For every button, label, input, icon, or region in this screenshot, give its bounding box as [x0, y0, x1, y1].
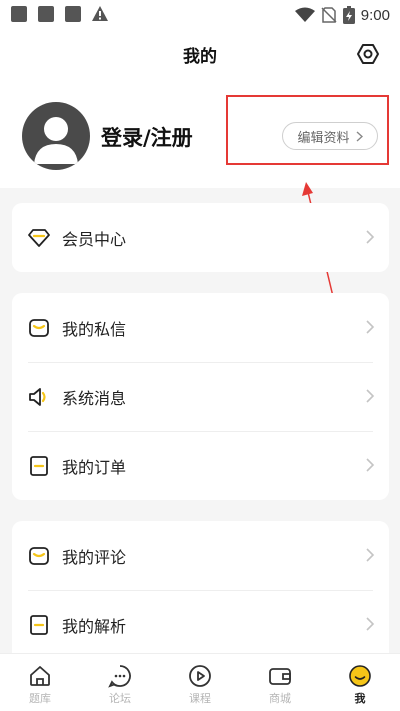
- menu-row-vip-center[interactable]: 会员中心: [12, 203, 389, 272]
- smiley-icon: [349, 665, 371, 687]
- wallet-icon: [269, 668, 291, 685]
- chevron-right-icon: [366, 320, 375, 334]
- menu-label: 我的解析: [62, 616, 127, 636]
- tab-forum[interactable]: 论坛: [80, 654, 160, 711]
- menu-row-my-comments[interactable]: 我的评论: [12, 521, 389, 590]
- menu-label: 会员中心: [62, 229, 127, 249]
- message-icon: [29, 318, 49, 337]
- battery-icon: [342, 6, 355, 24]
- menu-row-my-analyses[interactable]: 我的解析: [12, 590, 389, 656]
- notification-icon: [38, 6, 54, 22]
- menu-label: 系统消息: [62, 388, 127, 408]
- warning-icon: [92, 6, 108, 21]
- tab-me[interactable]: 我: [320, 654, 400, 711]
- notification-icon: [65, 6, 81, 22]
- menu-row-private-messages[interactable]: 我的私信: [12, 293, 389, 362]
- chevron-right-icon: [366, 617, 375, 631]
- speaker-icon: [29, 387, 46, 406]
- chevron-right-icon: [366, 230, 375, 244]
- annotation-highlight-box: [226, 95, 389, 165]
- menu-row-my-orders[interactable]: 我的订单: [12, 431, 389, 500]
- wifi-icon: [294, 7, 315, 22]
- menu-label: 我的评论: [62, 547, 127, 567]
- header: 我的: [0, 30, 400, 78]
- notification-icon: [11, 6, 27, 22]
- tab-label: 课程: [189, 692, 211, 705]
- document-icon: [30, 614, 48, 635]
- menu-label: 我的订单: [62, 457, 127, 477]
- messages-card: 我的私信 系统消息 我的订单: [12, 293, 389, 500]
- tab-label: 商城: [269, 692, 291, 705]
- chevron-right-icon: [366, 458, 375, 472]
- play-icon: [189, 665, 211, 687]
- user-silhouette-icon: [34, 117, 78, 164]
- status-time: 9:00: [360, 6, 390, 24]
- comment-icon: [29, 546, 49, 565]
- home-icon: [30, 666, 50, 686]
- document-icon: [30, 455, 48, 476]
- tab-label: 我: [354, 692, 366, 705]
- avatar[interactable]: [22, 102, 90, 170]
- bottom-tab-bar: 题库 论坛 课程 商城 我: [0, 653, 400, 711]
- settings-icon[interactable]: [356, 42, 380, 66]
- chevron-right-icon: [366, 389, 375, 403]
- tab-label: 论坛: [109, 692, 131, 705]
- tab-mall[interactable]: 商城: [240, 654, 320, 711]
- status-bar: 9:00: [0, 0, 400, 30]
- menu-label: 我的私信: [62, 319, 127, 339]
- content-card: 我的评论 我的解析: [12, 521, 389, 656]
- chevron-right-icon: [366, 548, 375, 562]
- vip-card: 会员中心: [12, 203, 389, 272]
- login-register-link[interactable]: 登录/注册: [101, 122, 193, 152]
- tab-label: 题库: [29, 692, 51, 705]
- page-title: 我的: [183, 47, 217, 67]
- chat-icon: [108, 665, 131, 688]
- menu-row-system-messages[interactable]: 系统消息: [12, 362, 389, 431]
- diamond-icon: [28, 228, 50, 247]
- tab-question-bank[interactable]: 题库: [0, 654, 80, 711]
- no-sim-icon: [321, 7, 337, 23]
- tab-courses[interactable]: 课程: [160, 654, 240, 711]
